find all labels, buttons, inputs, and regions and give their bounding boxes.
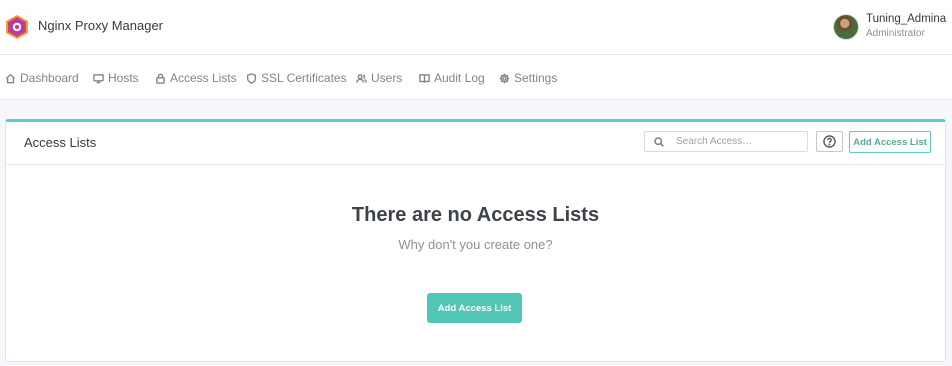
nav-item-hosts[interactable]: Hosts [93,70,139,86]
home-icon [5,73,16,83]
shield-icon [246,72,257,84]
add-access-list-header-button[interactable]: Add Access List [849,131,931,153]
nav-item-audit-log[interactable]: Audit Log [419,70,485,86]
user-name[interactable]: Tuning_Admina [866,13,946,25]
nav-item-label: SSL Certificates [261,71,347,85]
gear-icon [499,73,510,83]
nav-item-settings[interactable]: Settings [499,70,557,86]
nav-item-label: Dashboard [20,71,79,85]
monitor-icon [93,73,104,83]
nav-item-label: Access Lists [170,71,237,85]
help-circle-icon [823,135,836,148]
nav-item-label: Hosts [108,71,139,85]
card-title: Access Lists [24,135,97,150]
empty-state-title: There are no Access Lists [351,204,600,226]
search-input[interactable] [676,134,804,149]
users-icon [356,73,367,83]
book-icon [419,73,430,83]
nav-item-ssl-certificates[interactable]: SSL Certificates [246,70,347,86]
nav-item-users[interactable]: Users [356,70,402,86]
card-header: Access Lists Add Access List [6,122,945,165]
empty-state-subtitle: Why don't you create one? [398,237,553,252]
nginx-proxy-manager-logo[interactable] [5,14,29,40]
main-nav: Dashboard Hosts Access Lists SSL Certifi… [0,55,952,100]
app-title: Nginx Proxy Manager [38,18,163,33]
nav-item-access-lists[interactable]: Access Lists [155,70,237,86]
search-icon [654,137,664,147]
help-button[interactable] [816,131,843,152]
nav-item-label: Settings [514,71,558,85]
nav-item-dashboard[interactable]: Dashboard [5,70,79,86]
nav-item-label: Users [371,71,403,85]
user-role: Administrator [866,28,925,39]
access-lists-card: Access Lists Add Access List There are n… [5,119,946,362]
avatar[interactable] [833,14,859,40]
nav-item-label: Audit Log [434,71,485,85]
top-header: Nginx Proxy Manager Tuning_Admina Admini… [0,0,952,55]
search-box [644,131,808,152]
add-access-list-button[interactable]: Add Access List [427,293,522,323]
lock-icon [156,73,165,84]
